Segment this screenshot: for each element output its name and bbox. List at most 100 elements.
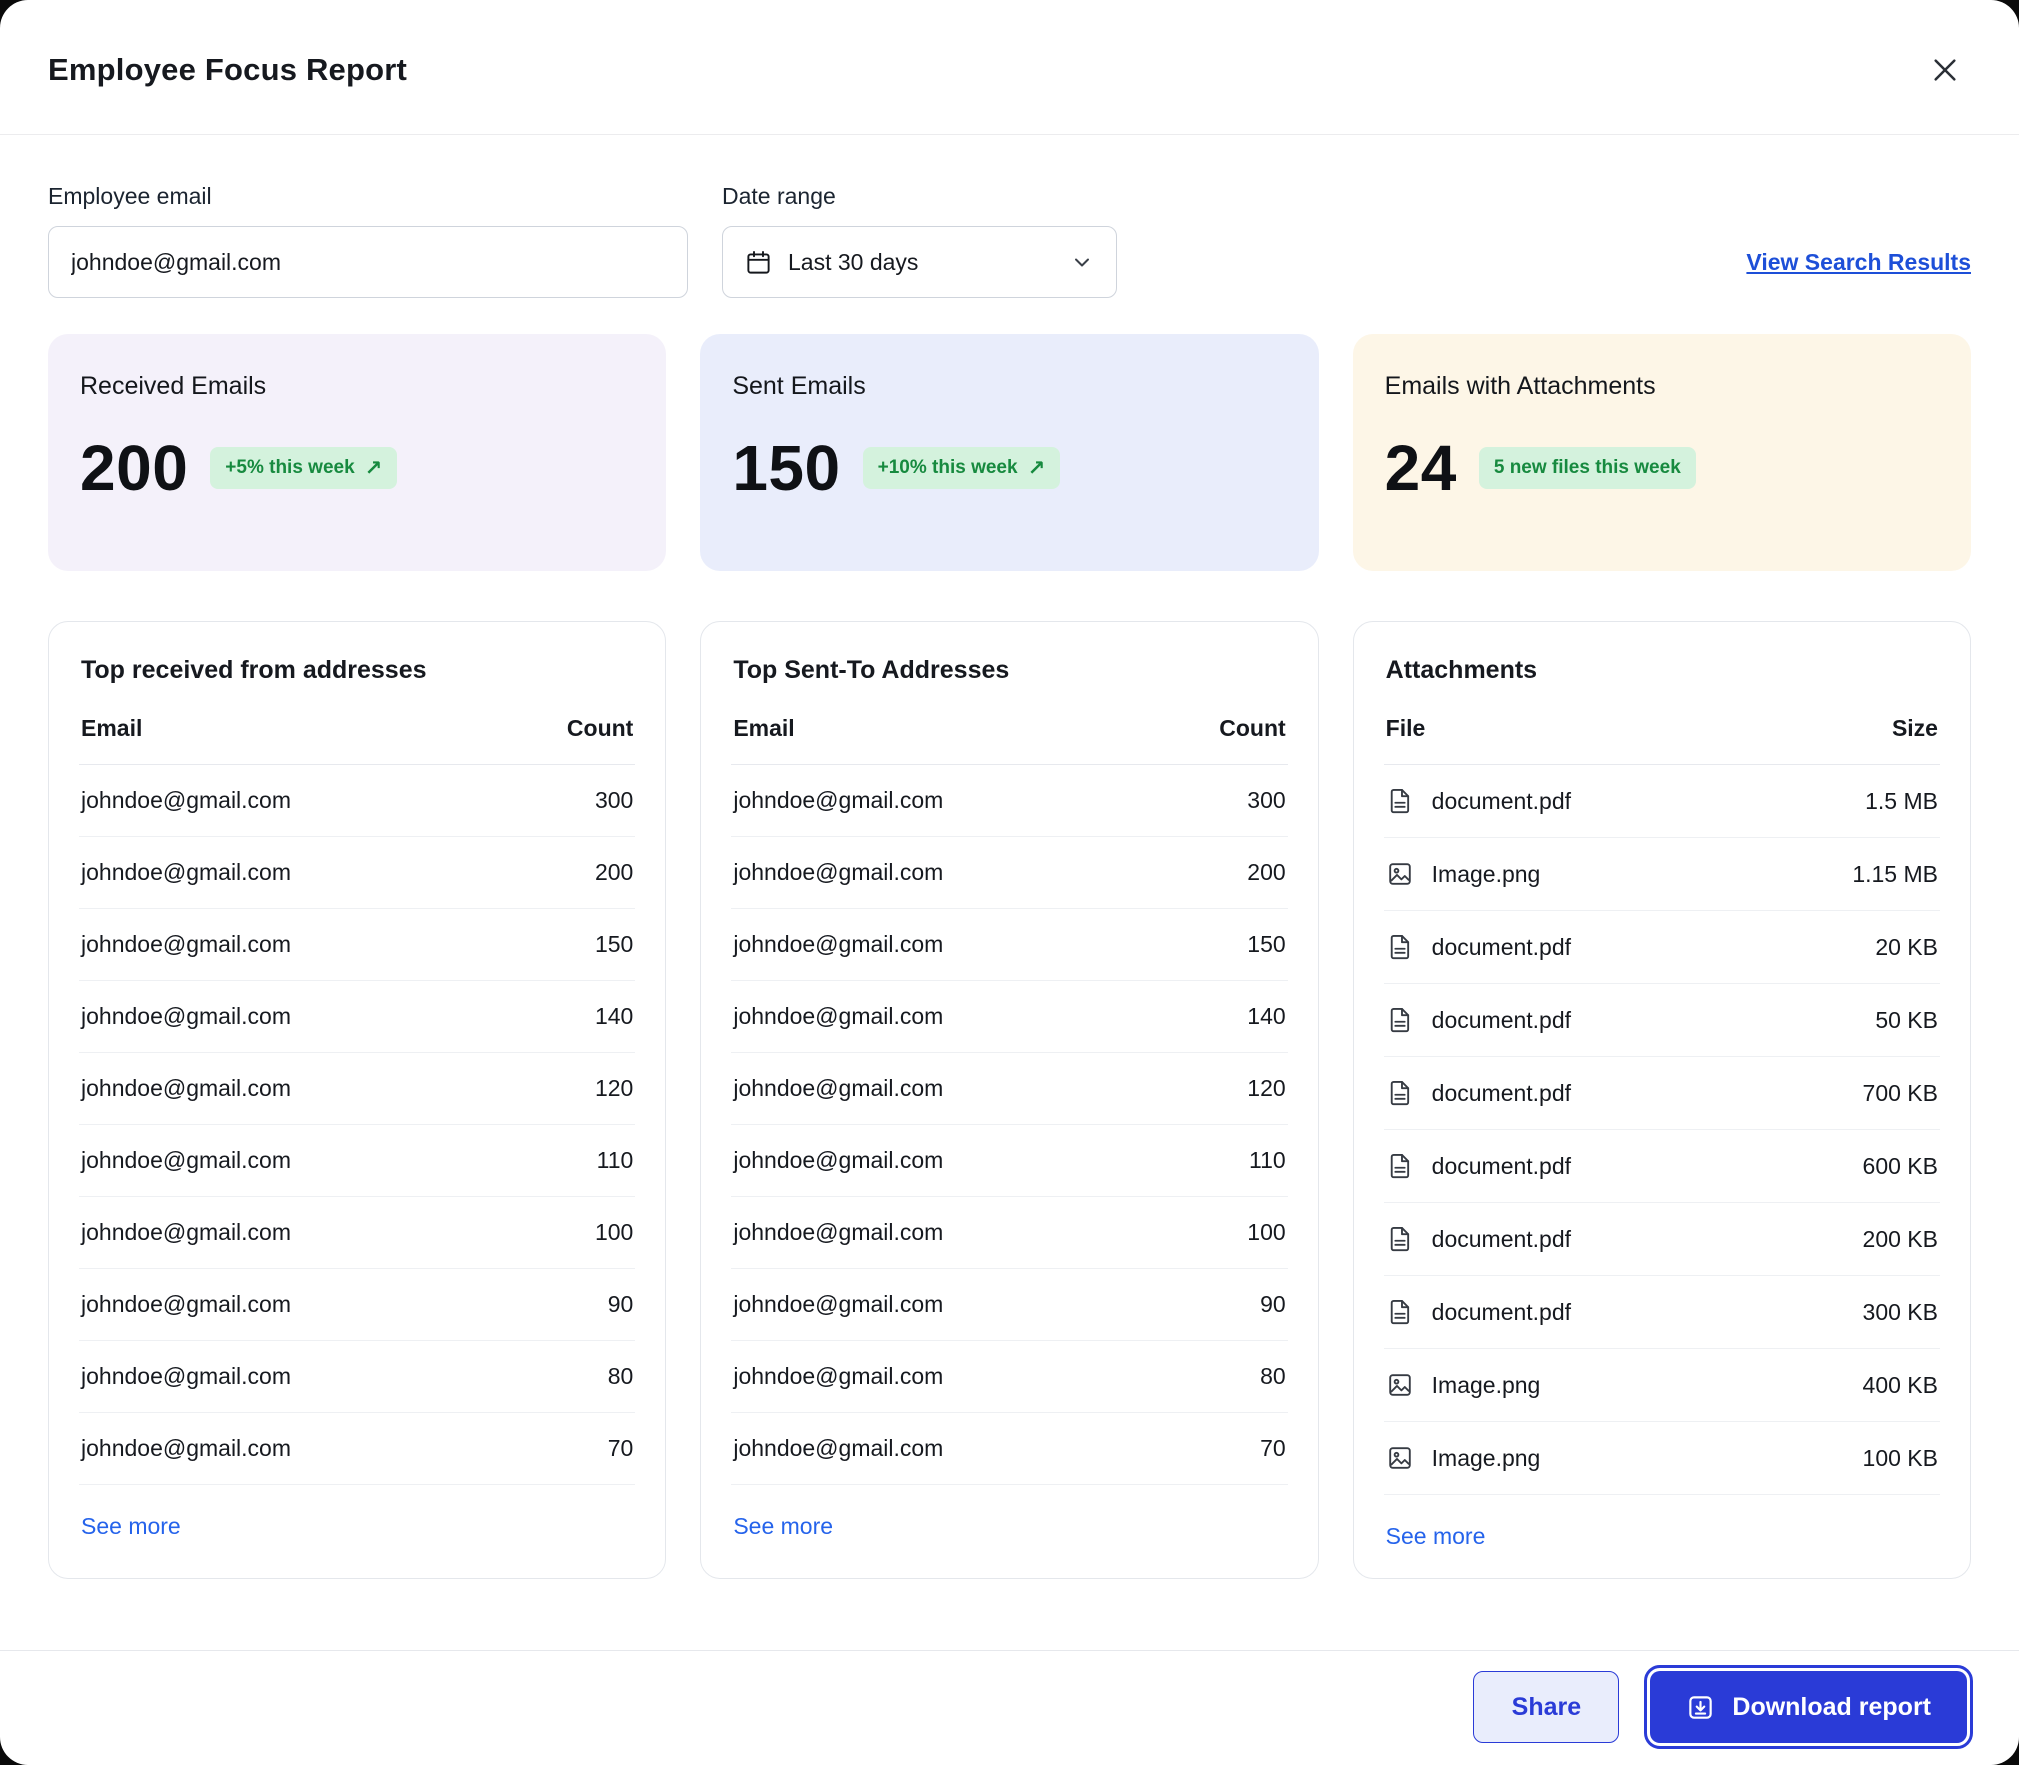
count-cell: 140 [1247,1003,1286,1029]
column-header-size: Size [1891,715,1938,741]
trend-badge: +5% this week ↗ [210,447,398,489]
stat-card-value: 150 [732,432,841,504]
trend-badge-text: 5 new files this week [1493,457,1681,478]
received-table-header: Email Count [79,715,636,765]
attachments-panel: Attachments File Size document.pdf 1.5 M… [1352,621,1971,1579]
sent-panel-title: Top Sent-To Addresses [733,656,1010,684]
table-row: johndoe@gmail.com 300 [79,765,636,837]
table-row: johndoe@gmail.com 200 [731,837,1288,909]
dialog-title: Employee Focus Report [48,52,408,87]
pdf-file-icon [1390,788,1409,814]
table-row: johndoe@gmail.com 110 [79,1125,636,1197]
view-search-results-link[interactable]: View Search Results [1746,249,1971,276]
table-row: johndoe@gmail.com 110 [731,1125,1288,1197]
share-button[interactable]: Share [1473,1671,1620,1743]
file-size-cell: 100 KB [1862,1444,1938,1471]
email-cell: johndoe@gmail.com [733,1003,944,1029]
count-cell: 90 [607,1291,634,1317]
pdf-file-icon [1390,1080,1409,1106]
column-header-email: Email [733,715,795,741]
table-row: document.pdf 700 KB [1383,1057,1940,1130]
count-cell: 120 [1247,1075,1286,1101]
pdf-file-icon [1390,1007,1409,1033]
date-range-select[interactable]: Last 30 days [722,226,1117,298]
table-row: johndoe@gmail.com 70 [731,1413,1288,1485]
file-type-icon [1386,933,1414,961]
email-cell: johndoe@gmail.com [81,1363,292,1389]
employee-email-label: Employee email [48,183,212,209]
count-cell: 100 [1247,1219,1286,1245]
close-button[interactable] [1923,48,1967,92]
table-row: document.pdf 50 KB [1383,984,1940,1057]
file-name-cell: document.pdf [1431,1298,1572,1325]
received-addresses-panel: Top received from addresses Email Count … [48,621,667,1579]
download-report-label: Download report [1732,1692,1931,1721]
stat-card: Received Emails 200 +5% this week ↗ [48,334,667,571]
table-row: johndoe@gmail.com 140 [731,981,1288,1053]
count-cell: 140 [594,1003,634,1029]
employee-email-field-group: Employee email [48,183,688,298]
chevron-down-icon [1070,250,1094,274]
filter-row: Employee email Date range Last 30 days V… [48,183,1971,298]
table-row: johndoe@gmail.com 90 [79,1269,636,1341]
sent-table-body: johndoe@gmail.com 300 johndoe@gmail.com … [731,765,1288,1485]
employee-email-input[interactable] [48,226,688,298]
employee-focus-report-dialog: Employee Focus Report Employee email Dat… [0,0,2019,1765]
file-type-icon [1386,1444,1414,1472]
table-row: document.pdf 1.5 MB [1383,765,1940,838]
file-type-icon [1386,1371,1414,1399]
table-row: johndoe@gmail.com 100 [79,1197,636,1269]
trend-up-arrow-icon: ↗ [364,456,383,480]
file-type-icon [1386,860,1414,888]
table-row: johndoe@gmail.com 100 [731,1197,1288,1269]
column-header-count: Count [566,715,634,741]
file-name-cell: document.pdf [1431,1225,1572,1252]
received-table-body: johndoe@gmail.com 300 johndoe@gmail.com … [79,765,636,1485]
file-name-cell: document.pdf [1431,1006,1572,1033]
file-type-icon [1386,1225,1414,1253]
trend-badge: +10% this week ↗ [862,447,1061,489]
count-cell: 150 [1247,931,1286,957]
file-type-icon [1386,1079,1414,1107]
dialog-header: Employee Focus Report [0,0,2019,135]
file-size-cell: 700 KB [1862,1079,1938,1106]
stat-card-title: Emails with Attachments [1384,372,1656,400]
date-range-value: Last 30 days [788,248,919,275]
table-row: document.pdf 200 KB [1383,1203,1940,1276]
sent-addresses-panel: Top Sent-To Addresses Email Count johndo… [700,621,1319,1579]
trend-badge-text: +5% this week [225,457,355,478]
file-name-cell: Image.png [1431,1444,1541,1471]
email-cell: johndoe@gmail.com [733,931,944,957]
file-name-cell: document.pdf [1431,1152,1572,1179]
table-row: johndoe@gmail.com 80 [79,1341,636,1413]
trend-badge: 5 new files this week [1478,447,1696,489]
email-cell: johndoe@gmail.com [733,1363,944,1389]
received-see-more-link[interactable]: See more [79,1513,181,1540]
count-cell: 300 [594,787,634,813]
download-report-button[interactable]: Download report [1644,1665,1973,1749]
attachments-table-header: File Size [1383,715,1940,765]
attachments-see-more-link[interactable]: See more [1384,1523,1486,1550]
trend-up-arrow-icon: ↗ [1027,456,1046,480]
count-cell: 200 [594,859,634,885]
pdf-file-icon [1390,1153,1409,1179]
file-size-cell: 400 KB [1862,1371,1938,1398]
pdf-file-icon [1390,1226,1409,1252]
table-row: johndoe@gmail.com 70 [79,1413,636,1485]
email-cell: johndoe@gmail.com [733,1219,944,1245]
date-range-label: Date range [722,183,836,209]
file-size-cell: 20 KB [1875,933,1938,960]
close-icon [1929,54,1961,86]
column-header-file: File [1385,715,1426,741]
tables-row: Top received from addresses Email Count … [48,621,1971,1579]
pdf-file-icon [1390,1299,1409,1325]
table-row: Image.png 100 KB [1383,1422,1940,1495]
file-size-cell: 600 KB [1862,1152,1938,1179]
calendar-icon [745,249,772,276]
table-row: johndoe@gmail.com 90 [731,1269,1288,1341]
sent-see-more-link[interactable]: See more [731,1513,833,1540]
table-row: johndoe@gmail.com 120 [79,1053,636,1125]
table-row: document.pdf 300 KB [1383,1276,1940,1349]
count-cell: 120 [594,1075,634,1101]
count-cell: 70 [607,1435,634,1461]
